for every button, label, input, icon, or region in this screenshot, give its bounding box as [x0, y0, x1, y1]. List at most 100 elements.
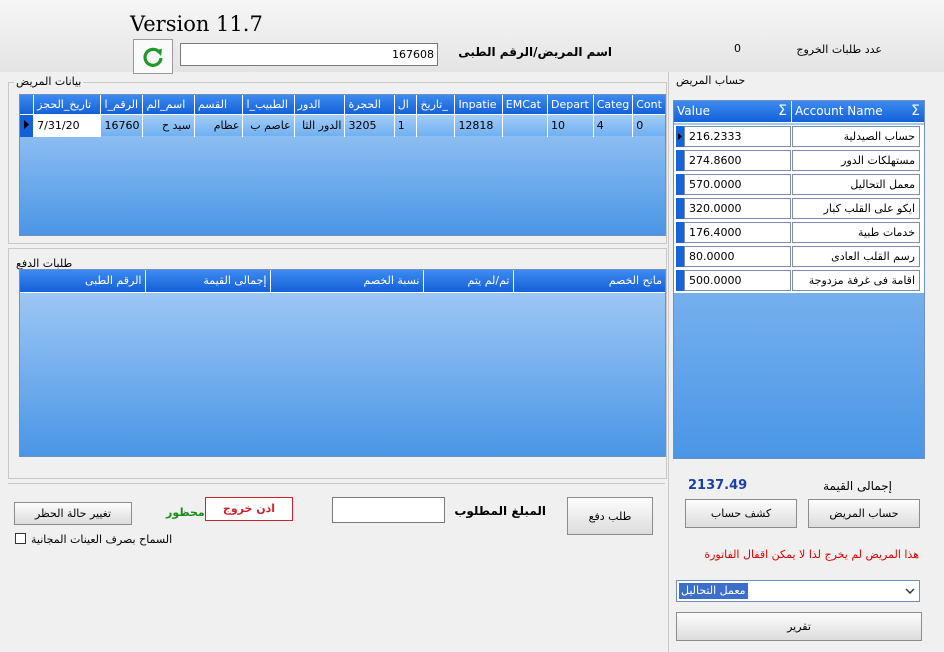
- account-row[interactable]: 274.8600 مستهلكات الدور: [674, 149, 924, 171]
- table-cell[interactable]: 10: [547, 114, 594, 137]
- col-header[interactable]: Inpatie: [454, 95, 503, 115]
- account-name[interactable]: ايكو على القلب كبار: [792, 198, 920, 219]
- account-value[interactable]: 320.0000: [684, 198, 791, 219]
- change-ban-button[interactable]: تغيير حالة الحظر: [14, 502, 132, 525]
- table-cell[interactable]: 12818: [454, 114, 503, 137]
- banned-status: محظور: [166, 506, 205, 519]
- amount-label: المبلغ المطلوب: [454, 504, 546, 518]
- free-samples-checkbox[interactable]: [15, 533, 26, 544]
- col-header[interactable]: تم/لم يتم: [423, 270, 514, 293]
- divider: [8, 483, 665, 484]
- row-indicator: [676, 270, 684, 291]
- row-indicator: [676, 246, 684, 267]
- col-header[interactable]: الرقم_ا: [100, 95, 144, 115]
- discharge-requests-count: 0: [734, 42, 741, 55]
- col-header[interactable]: اسم_الم: [142, 95, 195, 115]
- account-name[interactable]: حساب الصيدلية: [792, 126, 920, 147]
- report-select[interactable]: معمل التحاليل: [676, 580, 920, 602]
- account-row[interactable]: 500.0000 اقامة فى غرفة مزدوجة: [674, 269, 924, 291]
- account-name[interactable]: معمل التحاليل: [792, 174, 920, 195]
- table-cell[interactable]: [502, 114, 548, 137]
- account-value[interactable]: 80.0000: [684, 246, 791, 267]
- patient-account-button[interactable]: حساب المريض: [808, 499, 920, 528]
- amount-input[interactable]: [332, 497, 445, 523]
- report-button[interactable]: تقرير: [676, 612, 922, 641]
- row-indicator: [676, 150, 684, 171]
- account-value[interactable]: 570.0000: [684, 174, 791, 195]
- col-header[interactable]: الحجرة: [344, 95, 395, 115]
- exit-permit-badge[interactable]: اذن خروج: [205, 497, 293, 521]
- panel-separator: [668, 72, 669, 652]
- col-header[interactable]: مانح الخصم: [513, 270, 665, 293]
- table-cell[interactable]: عظام: [194, 114, 244, 137]
- table-cell[interactable]: سيد ح: [142, 114, 195, 137]
- row-pointer-icon: [678, 133, 682, 140]
- table-cell[interactable]: 7/31/20: [33, 114, 102, 137]
- payment-requests-grid[interactable]: الرقم الطبى إجمالى القيمة نسبة الخصم تم/…: [19, 269, 666, 457]
- row-indicator: [676, 126, 684, 147]
- name-col-label: Account Name: [795, 104, 883, 118]
- sum-icon: Σ: [911, 103, 920, 119]
- account-name[interactable]: اقامة فى غرفة مزدوجة: [792, 270, 920, 291]
- account-rows: 216.2333 حساب الصيدلية 274.8600 مستهلكات…: [674, 125, 924, 293]
- row-indicator: [676, 222, 684, 243]
- total-value: 2137.49: [688, 478, 748, 493]
- table-cell[interactable]: عاصم ب: [242, 114, 295, 137]
- col-header[interactable]: الرقم الطبى: [20, 270, 146, 293]
- account-name[interactable]: مستهلكات الدور: [792, 150, 920, 171]
- account-value[interactable]: 216.2333: [684, 126, 791, 147]
- col-header[interactable]: Cont: [632, 95, 665, 115]
- name-col-header[interactable]: Account Name Σ: [792, 101, 924, 123]
- pay-request-button[interactable]: طلب دفع: [567, 497, 653, 535]
- table-cell[interactable]: [416, 114, 456, 137]
- total-label: إجمالى القيمة: [823, 479, 892, 493]
- free-samples-label: السماح بصرف العينات المجانية: [31, 533, 173, 546]
- patient-data-grid[interactable]: تاريخ_الحجز الرقم_ا اسم_الم القسم الطبيب…: [19, 94, 666, 236]
- account-name[interactable]: خدمات طبية: [792, 222, 920, 243]
- col-header[interactable]: ال: [394, 95, 418, 115]
- warning-message: هذا المريض لم يخرج لذا لا يمكن اقفال الف…: [704, 548, 919, 561]
- account-grid[interactable]: Value Σ Account Name Σ 216.2333 حساب الص…: [673, 100, 925, 459]
- table-cell[interactable]: 1: [394, 114, 418, 137]
- value-col-header[interactable]: Value Σ: [674, 101, 792, 123]
- row-indicator: [676, 174, 684, 195]
- table-cell[interactable]: 3205: [344, 114, 395, 137]
- account-value[interactable]: 176.4000: [684, 222, 791, 243]
- account-row[interactable]: 216.2333 حساب الصيدلية: [674, 125, 924, 147]
- table-cell[interactable]: الدور الثا: [294, 114, 346, 137]
- col-header[interactable]: القسم: [194, 95, 244, 115]
- col-header[interactable]: إجمالى القيمة: [145, 270, 271, 293]
- patient-data-title: بيانات المريض: [14, 75, 84, 88]
- account-value[interactable]: 500.0000: [684, 270, 791, 291]
- col-header[interactable]: Categ: [593, 95, 634, 115]
- account-value[interactable]: 274.8600: [684, 150, 791, 171]
- account-name[interactable]: رسم القلب العادى: [792, 246, 920, 267]
- table-row[interactable]: 7/31/20 16760 سيد ح عظام عاصم ب الدور ال…: [20, 114, 665, 137]
- version-label: Version 11.7: [130, 12, 263, 36]
- account-title: حساب المريض: [676, 74, 746, 87]
- account-row[interactable]: 320.0000 ايكو على القلب كبار: [674, 197, 924, 219]
- statement-button[interactable]: كشف حساب: [685, 499, 797, 528]
- row-indicator: [676, 198, 684, 219]
- row-header-corner: [20, 95, 35, 115]
- refresh-button[interactable]: [133, 39, 173, 74]
- sum-icon: Σ: [778, 103, 787, 119]
- account-row[interactable]: 80.0000 رسم القلب العادى: [674, 245, 924, 267]
- col-header[interactable]: EMCat: [502, 95, 548, 115]
- col-header[interactable]: الدور: [294, 95, 346, 115]
- account-row[interactable]: 570.0000 معمل التحاليل: [674, 173, 924, 195]
- patient-label: اسم المريض/الرقم الطبى: [458, 45, 612, 59]
- col-header[interactable]: Depart: [547, 95, 594, 115]
- table-cell[interactable]: 4: [593, 114, 634, 137]
- table-cell[interactable]: 16760: [100, 114, 144, 137]
- row-indicator: [20, 114, 35, 137]
- col-header[interactable]: الطبيب_ا: [242, 95, 295, 115]
- col-header[interactable]: تاريخ_: [416, 95, 456, 115]
- table-cell[interactable]: 0: [632, 114, 665, 137]
- row-pointer-icon: [24, 119, 29, 129]
- patient-id-input[interactable]: 167608: [180, 43, 438, 66]
- account-row[interactable]: 176.4000 خدمات طبية: [674, 221, 924, 243]
- report-select-value: معمل التحاليل: [679, 583, 748, 599]
- col-header[interactable]: نسبة الخصم: [270, 270, 424, 293]
- col-header[interactable]: تاريخ_الحجز: [33, 95, 102, 115]
